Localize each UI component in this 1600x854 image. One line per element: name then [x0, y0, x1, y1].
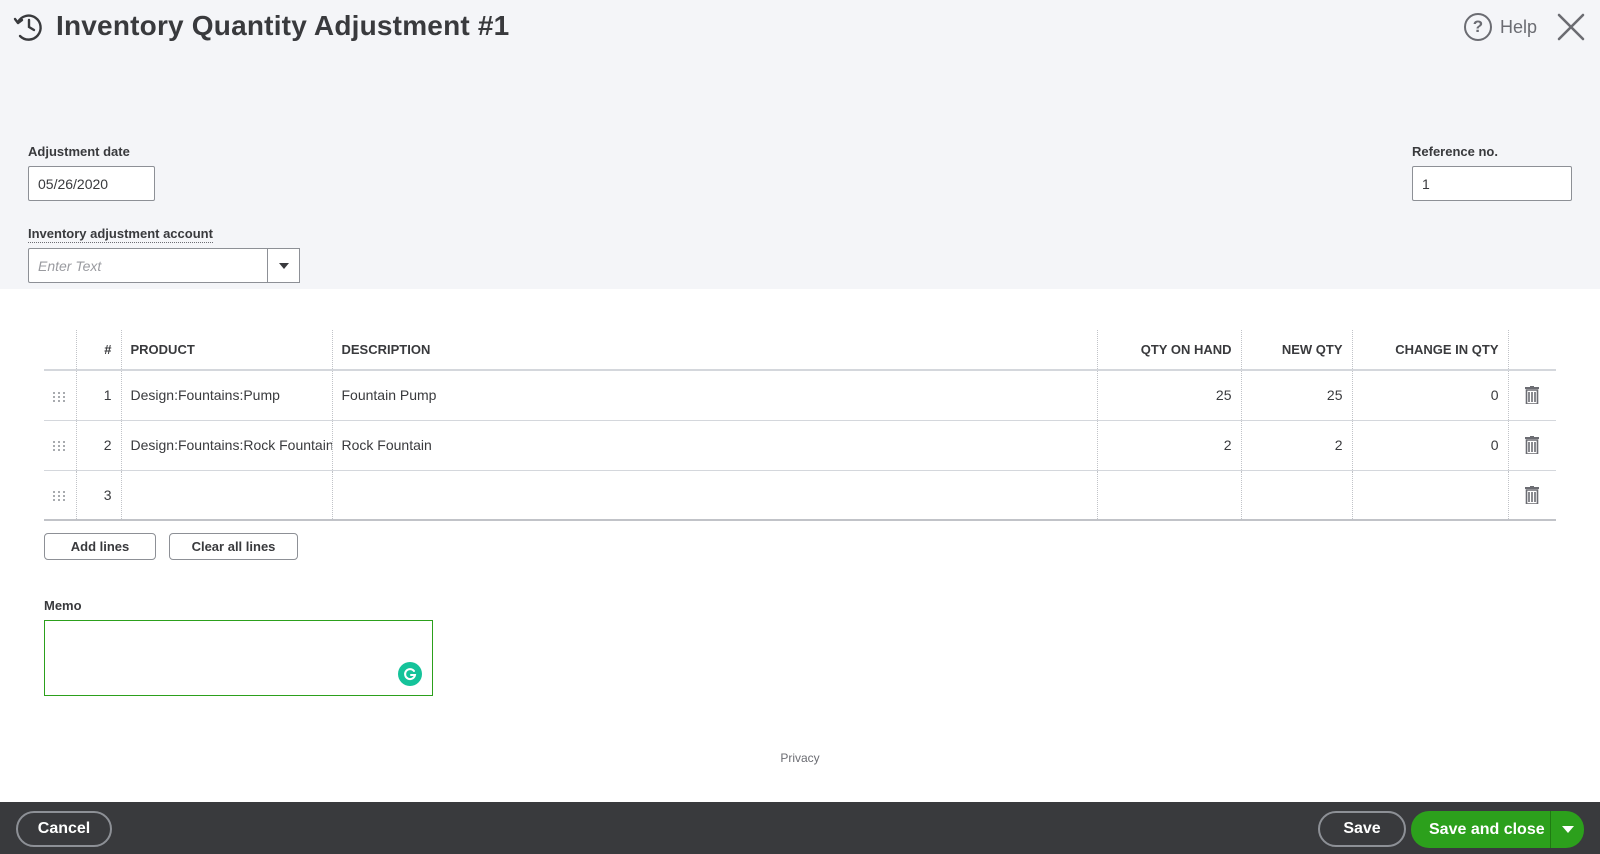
drag-handle[interactable] [44, 470, 77, 521]
cell-line: 2 [76, 420, 122, 471]
adjustment-lines-table: # PRODUCT DESCRIPTION QTY ON HAND NEW QT… [44, 330, 1556, 521]
cell-new-qty[interactable]: 2 [1241, 420, 1353, 471]
help-button[interactable]: ? Help [1464, 13, 1537, 41]
column-header-qty-on-hand: QTY ON HAND [1097, 330, 1242, 371]
cell-product[interactable]: Design:Fountains:Pump [121, 370, 333, 421]
table-row[interactable]: 3 [44, 470, 1556, 521]
column-header-line: # [76, 330, 122, 371]
save-options-dropdown-button[interactable] [1550, 811, 1584, 848]
page-title: Inventory Quantity Adjustment #1 [56, 10, 510, 41]
cell-qty-on-hand: 25 [1097, 370, 1242, 421]
drag-handle-icon [53, 441, 66, 452]
chevron-down-icon [1561, 826, 1574, 833]
drag-handle-icon [53, 491, 66, 502]
cell-qty-on-hand: 2 [1097, 420, 1242, 471]
cell-description[interactable] [332, 470, 1098, 521]
cell-product[interactable] [121, 470, 333, 521]
cell-description[interactable]: Rock Fountain [332, 420, 1098, 471]
trash-icon [1525, 386, 1540, 405]
cell-line: 1 [76, 370, 122, 421]
column-header-change-in-qty: CHANGE IN QTY [1352, 330, 1509, 371]
trash-icon [1525, 436, 1540, 455]
grammarly-g-icon [404, 668, 417, 681]
form-header-area [0, 0, 1600, 289]
cell-change-in-qty[interactable]: 0 [1352, 370, 1509, 421]
column-header-delete [1508, 330, 1556, 371]
cell-qty-on-hand [1097, 470, 1242, 521]
column-header-product: PRODUCT [121, 330, 333, 371]
adjustment-date-label: Adjustment date [28, 144, 130, 159]
inventory-adjustment-account-label: Inventory adjustment account [28, 226, 213, 243]
account-dropdown-button[interactable] [267, 248, 300, 283]
adjustment-date-input[interactable] [28, 166, 155, 201]
recent-transactions-icon[interactable] [12, 10, 46, 44]
cell-description[interactable]: Fountain Pump [332, 370, 1098, 421]
save-button[interactable]: Save [1318, 811, 1406, 847]
drag-handle[interactable] [44, 420, 77, 471]
trash-icon [1525, 485, 1540, 504]
delete-row-button[interactable] [1508, 420, 1556, 471]
table-row[interactable]: 2 Design:Fountains:Rock Fountain Rock Fo… [44, 420, 1556, 471]
grammarly-icon[interactable] [398, 662, 422, 686]
reference-no-label: Reference no. [1412, 144, 1498, 159]
memo-label: Memo [44, 598, 82, 613]
help-icon: ? [1464, 13, 1492, 41]
table-row[interactable]: 1 Design:Fountains:Pump Fountain Pump 25… [44, 370, 1556, 421]
column-header-description: DESCRIPTION [332, 330, 1098, 371]
close-icon[interactable] [1556, 12, 1586, 42]
memo-input[interactable] [44, 620, 433, 696]
column-header-drag [44, 330, 77, 371]
help-label: Help [1500, 16, 1538, 37]
cell-new-qty[interactable]: 25 [1241, 370, 1353, 421]
add-lines-button[interactable]: Add lines [44, 533, 156, 560]
inventory-adjustment-account-input[interactable] [28, 248, 268, 283]
save-and-close-split-button: Save and close [1411, 811, 1584, 848]
table-header-row: # PRODUCT DESCRIPTION QTY ON HAND NEW QT… [44, 330, 1556, 371]
cell-product[interactable]: Design:Fountains:Rock Fountain [121, 420, 333, 471]
drag-handle-icon [53, 391, 66, 402]
delete-row-button[interactable] [1508, 370, 1556, 421]
delete-row-button[interactable] [1508, 470, 1556, 521]
cell-change-in-qty[interactable] [1352, 470, 1509, 521]
cell-new-qty[interactable] [1241, 470, 1353, 521]
dropdown-arrow-icon [278, 262, 289, 269]
cell-line: 3 [76, 470, 122, 521]
reference-no-input[interactable] [1412, 166, 1572, 201]
cancel-button[interactable]: Cancel [16, 811, 112, 847]
cell-change-in-qty[interactable]: 0 [1352, 420, 1509, 471]
save-and-close-button[interactable]: Save and close [1411, 811, 1550, 848]
privacy-link[interactable]: Privacy [0, 751, 1600, 765]
clear-all-lines-button[interactable]: Clear all lines [169, 533, 298, 560]
drag-handle[interactable] [44, 370, 77, 421]
column-header-new-qty: NEW QTY [1241, 330, 1353, 371]
